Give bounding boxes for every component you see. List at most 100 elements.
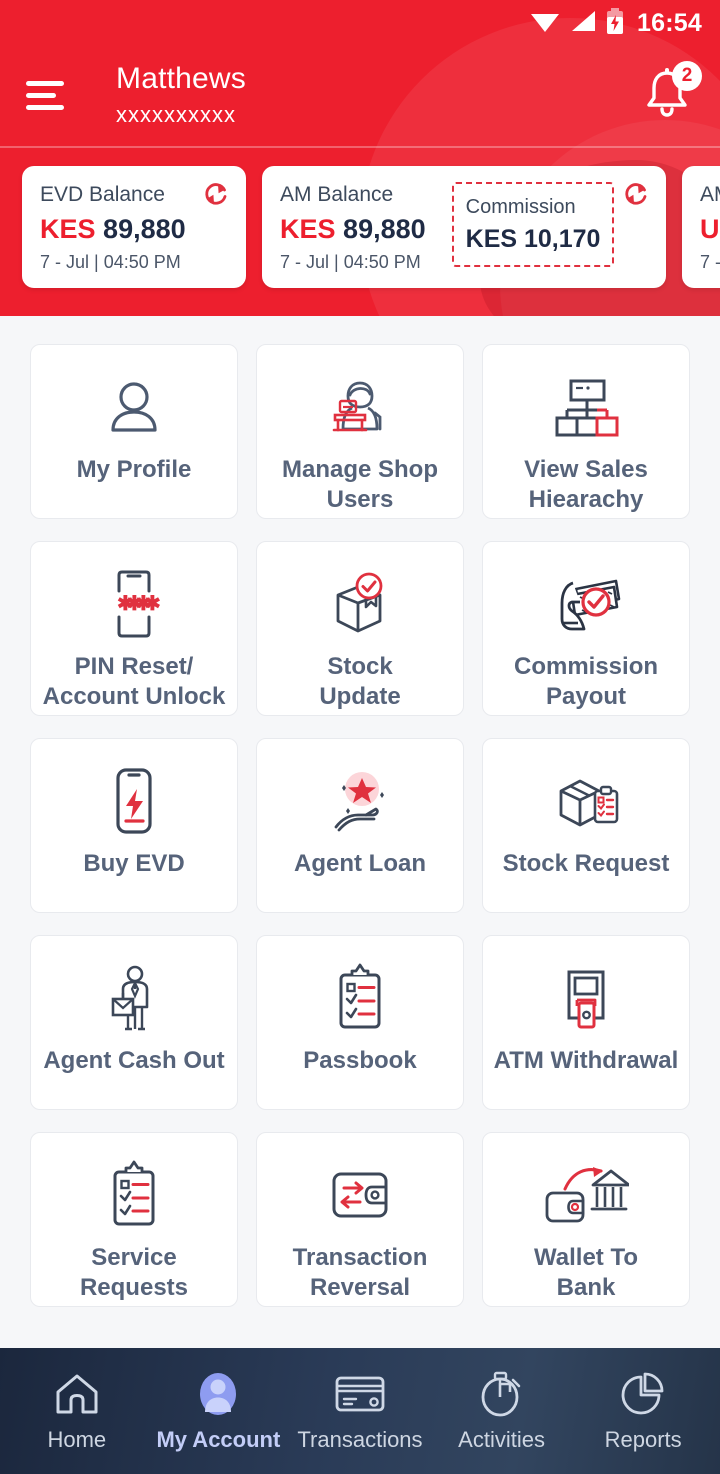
notification-bell-button[interactable]: 2 <box>642 61 702 125</box>
balance-currency: US <box>700 214 720 244</box>
nav-item-reports[interactable]: Reports <box>572 1370 714 1453</box>
user-name: Matthews <box>116 61 246 95</box>
tile-label: View Sales Hiearachy <box>524 456 648 513</box>
tile-label: Wallet To Bank <box>534 1244 638 1301</box>
phone-bolt-icon <box>105 765 163 839</box>
stopwatch-icon <box>479 1370 525 1418</box>
agent-briefcase-icon <box>103 962 165 1036</box>
balance-amount: KES 89,880 <box>280 212 426 246</box>
tile-atm-withdrawal[interactable]: ATM Withdrawal <box>482 935 690 1110</box>
tile-label: Manage Shop Users <box>281 456 438 513</box>
balance-timestamp: 7 - Jul | 04:50 PM <box>280 252 421 272</box>
nav-item-activities[interactable]: Activities <box>431 1370 573 1453</box>
app-bar: Matthews xxxxxxxxxx 2 <box>0 46 720 144</box>
notification-bell-icon <box>642 68 692 123</box>
app-screen: 16:54 Matthews xxxxxxxxxx 2 EVD Balance … <box>0 0 720 1474</box>
hand-star-icon <box>322 765 398 839</box>
commission-amount: KES 10,170 <box>465 225 601 253</box>
tile-label: Commission Payout <box>513 653 659 710</box>
balance-currency: KES <box>280 214 336 244</box>
status-bar: 16:54 <box>0 0 720 46</box>
balance-card-am-usd[interactable]: AM US 7 - <box>682 166 720 288</box>
tile-commission-payout[interactable]: Commission Payout <box>482 541 690 716</box>
tile-manage-shop-users[interactable]: Manage Shop Users <box>256 344 464 519</box>
tile-label: PIN Reset/ Account Unlock <box>42 653 226 710</box>
balance-card-evd[interactable]: EVD Balance KES 89,880 7 - Jul | 04:50 P… <box>22 166 246 288</box>
tile-my-profile[interactable]: My Profile <box>30 344 238 519</box>
tile-label: Transaction Reversal <box>292 1244 428 1301</box>
tile-service-requests[interactable]: Service Requests <box>30 1132 238 1307</box>
tile-wallet-to-bank[interactable]: Wallet To Bank <box>482 1132 690 1307</box>
nav-label: Transactions <box>297 1426 423 1452</box>
org-chart-icon <box>550 371 622 445</box>
header-titles: Matthews xxxxxxxxxx <box>116 61 642 130</box>
tile-label: Stock Request <box>502 850 670 877</box>
tile-label: Service Requests <box>79 1244 189 1301</box>
tile-label: Agent Cash Out <box>43 1047 225 1074</box>
atm-machine-icon <box>551 962 621 1036</box>
balance-card-am-main: AM Balance KES 89,880 7 - Jul | 04:50 PM <box>280 182 426 274</box>
balance-label: AM Balance <box>280 183 394 206</box>
nav-label: Home <box>47 1426 107 1452</box>
tile-buy-evd[interactable]: Buy EVD <box>30 738 238 913</box>
home-icon <box>54 1370 100 1418</box>
tile-agent-cash-out[interactable]: Agent Cash Out <box>30 935 238 1110</box>
app-header: 16:54 Matthews xxxxxxxxxx 2 EVD Balance … <box>0 0 720 316</box>
tile-label: Passbook <box>303 1047 417 1074</box>
nav-item-home[interactable]: Home <box>6 1370 148 1453</box>
tile-label: Buy EVD <box>83 850 185 877</box>
balance-card-strip[interactable]: EVD Balance KES 89,880 7 - Jul | 04:50 P… <box>0 148 720 312</box>
refresh-icon[interactable] <box>622 180 650 213</box>
commission-label: Commission <box>465 196 576 218</box>
box-clipboard-icon <box>549 765 623 839</box>
balance-value: 89,880 <box>103 214 186 244</box>
account-avatar-icon <box>194 1370 242 1418</box>
credit-card-icon <box>334 1370 386 1418</box>
tile-passbook[interactable]: Passbook <box>256 935 464 1110</box>
tile-stock-request[interactable]: Stock Request <box>482 738 690 913</box>
notification-badge: 2 <box>672 61 702 91</box>
nav-label: Activities <box>458 1426 545 1452</box>
menu-grid: My Profile Manage Shop Users View Sales … <box>30 344 690 1307</box>
balance-currency: KES <box>40 214 96 244</box>
tile-pin-reset-account-unlock[interactable]: ✱ ✱ ✱ ✱ PIN Reset/ Account Unlock <box>30 541 238 716</box>
nav-label: Reports <box>604 1426 682 1452</box>
menu-grid-area: My Profile Manage Shop Users View Sales … <box>0 316 720 1348</box>
clipboard-list-icon <box>103 1159 165 1233</box>
balance-timestamp: 7 - Jul | 04:50 PM <box>40 252 181 272</box>
tile-label: ATM Withdrawal <box>493 1047 679 1074</box>
pie-chart-icon <box>620 1370 666 1418</box>
nav-item-transactions[interactable]: Transactions <box>289 1370 431 1453</box>
balance-amount: US <box>700 212 720 246</box>
user-subtitle: xxxxxxxxxx <box>116 101 236 127</box>
balance-timestamp: 7 - <box>700 252 720 272</box>
balance-label: AM <box>700 183 720 206</box>
tile-label: Agent Loan <box>294 850 426 877</box>
signal-icon <box>569 9 597 38</box>
nav-item-my-account[interactable]: My Account <box>148 1370 290 1453</box>
balance-label: EVD Balance <box>40 183 165 206</box>
clipboard-list-icon <box>329 962 391 1036</box>
wifi-icon <box>530 9 560 38</box>
user-profile-icon <box>99 371 169 445</box>
box-check-icon <box>324 568 396 642</box>
refresh-icon[interactable] <box>202 180 230 213</box>
battery-charging-icon <box>606 7 624 39</box>
balance-value: 89,880 <box>343 214 426 244</box>
nav-label: My Account <box>156 1426 281 1452</box>
balance-card-am[interactable]: AM Balance KES 89,880 7 - Jul | 04:50 PM… <box>262 166 666 288</box>
status-time: 16:54 <box>637 8 702 37</box>
wallet-to-bank-icon <box>543 1159 629 1233</box>
hand-cash-check-icon <box>546 568 626 642</box>
bottom-navigation: Home My Account Transactions Activities … <box>0 1348 720 1474</box>
commission-box[interactable]: Commission KES 10,170 <box>451 182 615 267</box>
tile-stock-update[interactable]: Stock Update <box>256 541 464 716</box>
shopkeeper-icon <box>323 371 397 445</box>
tile-transaction-reversal[interactable]: Transaction Reversal <box>256 1132 464 1307</box>
tile-view-sales-hierarchy[interactable]: View Sales Hiearachy <box>482 344 690 519</box>
tile-agent-loan[interactable]: Agent Loan <box>256 738 464 913</box>
balance-amount: KES 89,880 <box>40 212 228 246</box>
hamburger-menu-icon[interactable] <box>26 80 72 110</box>
tile-label: My Profile <box>76 456 192 483</box>
phone-pin-icon: ✱ ✱ ✱ ✱ <box>103 568 165 642</box>
